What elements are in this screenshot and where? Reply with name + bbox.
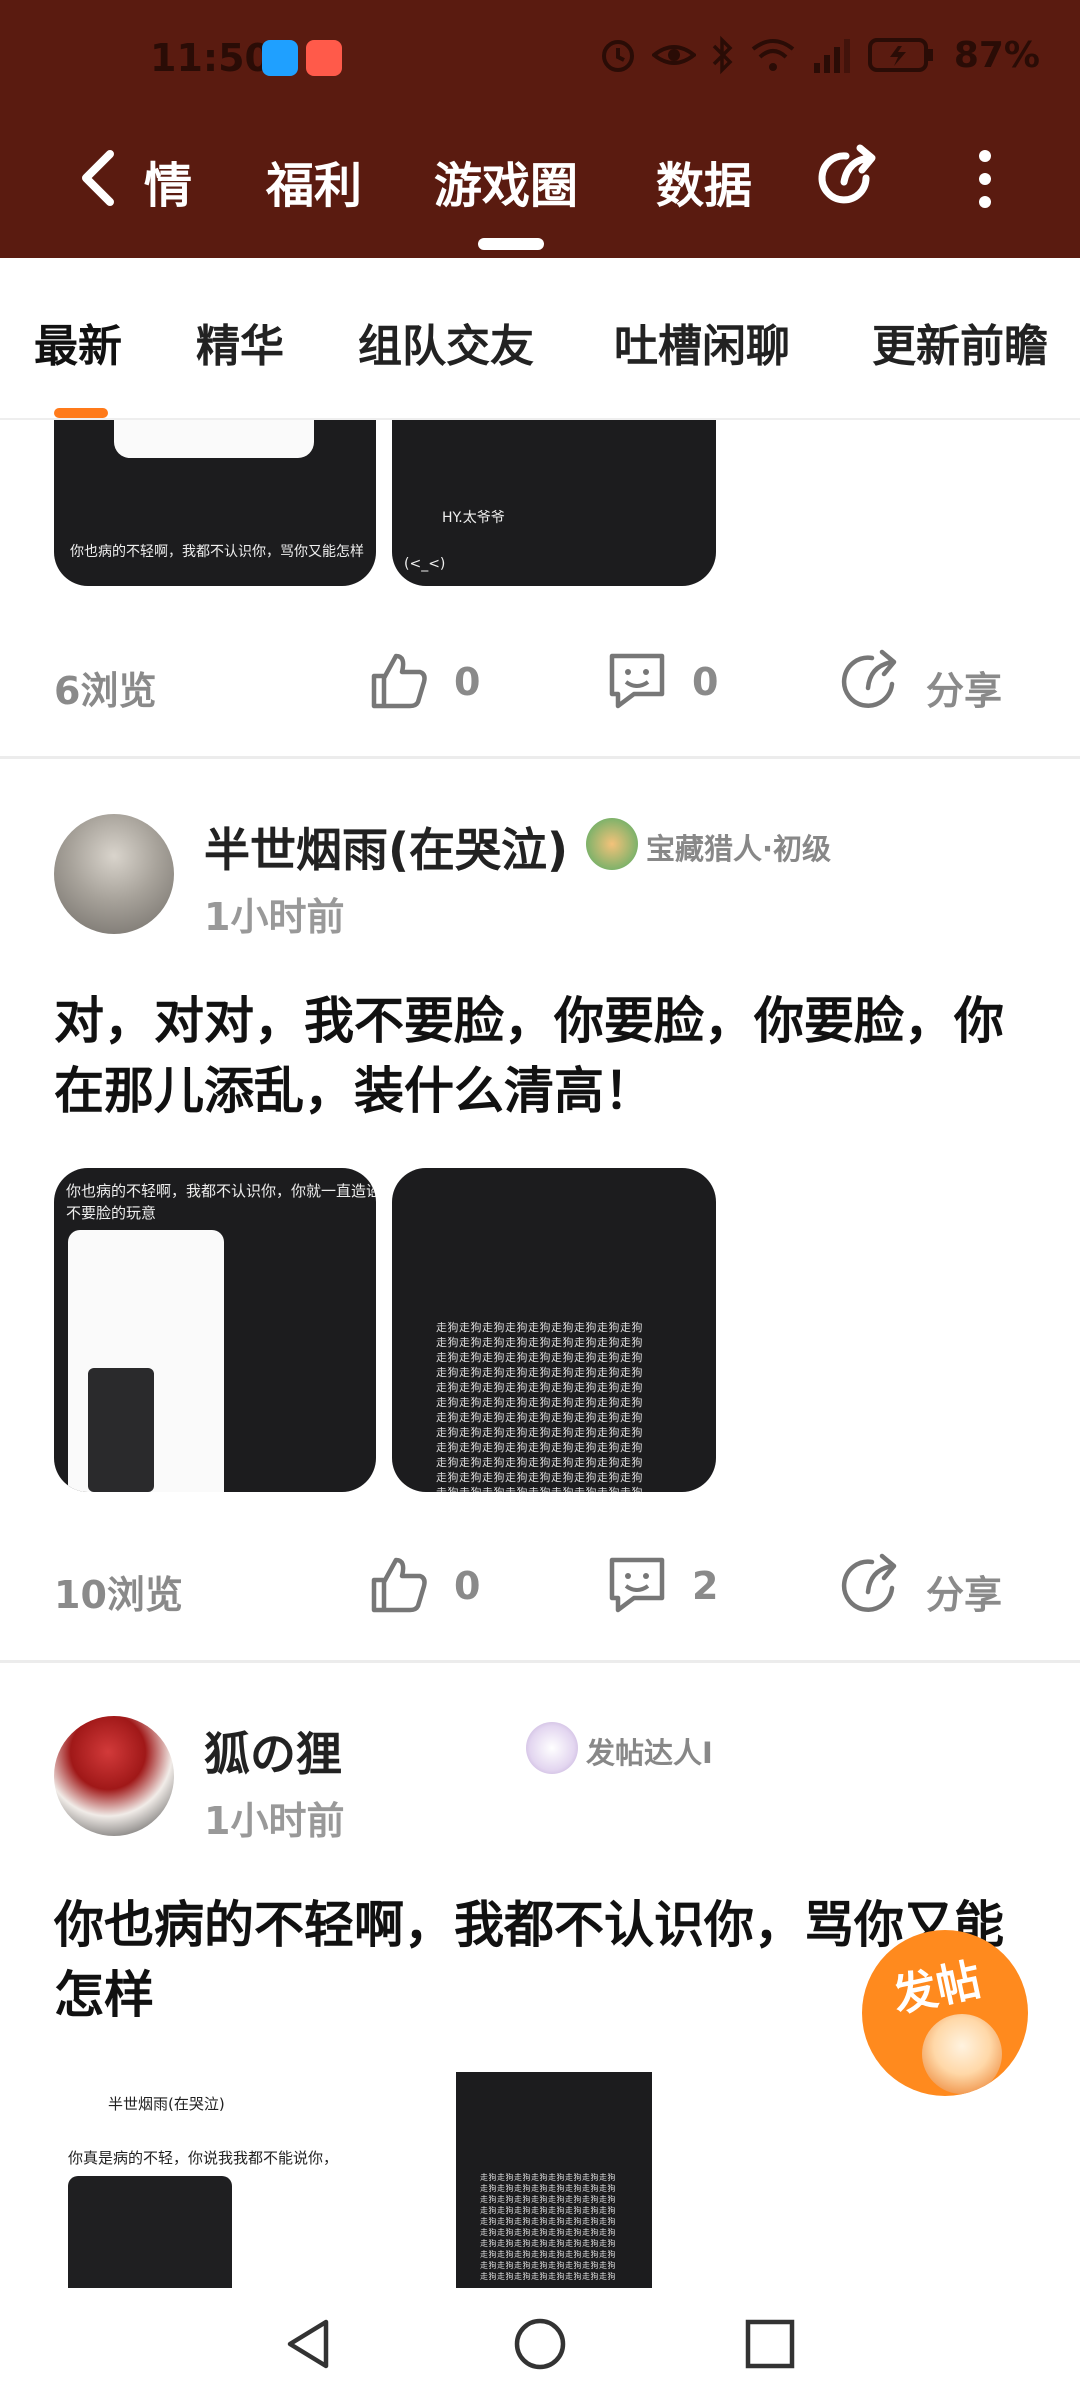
eye-icon — [651, 45, 696, 65]
like-count: 0 — [454, 1564, 481, 1608]
like-icon[interactable] — [366, 1552, 432, 1618]
post-title[interactable]: 对，对对，我不要脸，你要脸，你要脸，你在那儿添乱，装什么清高！ — [54, 986, 1034, 1126]
post-stats: 6浏览 0 0 分享 — [0, 640, 1080, 730]
active-tab-indicator — [478, 238, 544, 250]
share-arrow-icon[interactable] — [838, 648, 904, 714]
signal-icon — [813, 39, 850, 73]
image-text: (<_<) — [404, 556, 446, 572]
tab-welfare[interactable]: 福利 — [266, 146, 362, 216]
system-nav-bar — [0, 2288, 1080, 2400]
nav-back-icon[interactable] — [280, 2316, 336, 2372]
comment-icon[interactable] — [604, 1552, 670, 1618]
post-image[interactable]: 你也病的不轻啊，我都不认识你，你就一直造谣， 不要脸的玩意 — [54, 1168, 376, 1492]
badge-icon — [586, 818, 638, 870]
subtab-indicator — [54, 408, 108, 418]
wifi-icon — [751, 39, 795, 71]
battery-percent: 87% — [953, 34, 1040, 76]
image-caption: 你也病的不轻啊，我都不认识你，你就一直造谣， — [66, 1182, 376, 1200]
post-image[interactable]: 你也病的不轻啊，我都不认识你，骂你又能怎样 — [54, 418, 376, 586]
bluetooth-icon — [712, 35, 733, 75]
comment-icon[interactable] — [604, 648, 670, 714]
back-icon[interactable] — [70, 146, 130, 210]
subtab-chat[interactable]: 吐槽闲聊 — [614, 310, 790, 374]
author-name[interactable]: 半世烟雨(在哭泣) — [204, 814, 568, 880]
create-post-button[interactable]: 发帖 — [862, 1930, 1028, 2096]
image-caption: 你真是病的不轻，你说我我都不能说你， — [68, 2149, 339, 2167]
alarm-icon — [601, 40, 634, 72]
post-time: 1小时前 — [204, 1799, 345, 1843]
subtab-latest[interactable]: 最新 — [34, 310, 122, 374]
image-caption: 你也病的不轻啊，我都不认识你，骂你又能怎样 — [70, 544, 364, 560]
more-icon[interactable] — [970, 144, 1000, 214]
battery-icon — [867, 38, 933, 72]
share-label[interactable]: 分享 — [926, 660, 1002, 715]
badge-icon — [526, 1722, 578, 1774]
comment-count: 0 — [692, 660, 719, 704]
post-stats: 10浏览 0 2 分享 — [0, 1544, 1080, 1634]
user-badge: 发帖达人I — [586, 1736, 713, 1770]
post-divider — [0, 1660, 1080, 1663]
author-name[interactable]: 狐の狸 — [204, 1718, 342, 1784]
subtab-featured[interactable]: 精华 — [196, 310, 284, 374]
image-caption: 不要脸的玩意 — [66, 1204, 157, 1222]
top-nav: 情 福利 游戏圈 数据 — [0, 140, 1080, 220]
post-divider — [0, 756, 1080, 759]
post-image[interactable]: 半世烟雨(在哭泣) 你真是病的不轻，你说我我都不能说你， — [54, 2072, 376, 2288]
status-time: 11:50 — [150, 36, 271, 80]
mascot-icon — [922, 2014, 1002, 2094]
avatar[interactable] — [54, 814, 174, 934]
tab-game-circle[interactable]: 游戏圈 — [434, 146, 578, 216]
image-username: HY.太爷爷 — [442, 510, 505, 526]
status-icons: 87% — [598, 34, 1040, 76]
post-image[interactable]: HY.太爷爷 (<_<) — [392, 418, 716, 586]
tab-detail[interactable]: 情 — [144, 146, 192, 216]
huawei-app-icon — [306, 40, 342, 76]
share-arrow-icon[interactable] — [838, 1552, 904, 1618]
subtab-update-preview[interactable]: 更新前瞻 — [872, 310, 1048, 374]
view-count: 10浏览 — [54, 1573, 183, 1617]
image-username: 半世烟雨(在哭泣) — [108, 2095, 225, 2113]
post-image[interactable]: 走狗走狗走狗走狗走狗走狗走狗走狗 走狗走狗走狗走狗走狗走狗走狗走狗 走狗走狗走狗… — [456, 2072, 652, 2288]
create-post-label: 发帖 — [888, 1954, 986, 2023]
avatar[interactable] — [54, 1716, 174, 1836]
post-image[interactable]: 走狗走狗走狗走狗走狗走狗走狗走狗走狗 走狗走狗走狗走狗走狗走狗走狗走狗走狗 走狗… — [392, 1168, 716, 1492]
nav-home-icon[interactable] — [512, 2316, 568, 2372]
top-header: 11:50 87% 情 福利 游戏圈 数据 — [0, 0, 1080, 258]
like-icon[interactable] — [366, 648, 432, 714]
category-tabs: 最新 精华 组队交友 吐槽闲聊 更新前瞻 — [0, 258, 1080, 420]
post-time: 1小时前 — [204, 895, 345, 939]
comment-count: 2 — [692, 1564, 719, 1608]
status-bar: 11:50 87% — [0, 28, 1080, 92]
view-count: 6浏览 — [54, 669, 157, 713]
tab-data[interactable]: 数据 — [656, 146, 752, 216]
like-count: 0 — [454, 660, 481, 704]
subtab-team-friends[interactable]: 组队交友 — [358, 310, 534, 374]
nav-recent-icon[interactable] — [742, 2316, 798, 2372]
image-text-block: 走狗走狗走狗走狗走狗走狗走狗走狗走狗 走狗走狗走狗走狗走狗走狗走狗走狗走狗 走狗… — [436, 1321, 643, 1492]
search-app-icon — [262, 40, 298, 76]
image-text-block: 走狗走狗走狗走狗走狗走狗走狗走狗 走狗走狗走狗走狗走狗走狗走狗走狗 走狗走狗走狗… — [480, 2173, 616, 2281]
share-icon[interactable] — [812, 142, 882, 212]
user-badge: 宝藏猎人·初级 — [646, 832, 832, 866]
share-label[interactable]: 分享 — [926, 1564, 1002, 1619]
